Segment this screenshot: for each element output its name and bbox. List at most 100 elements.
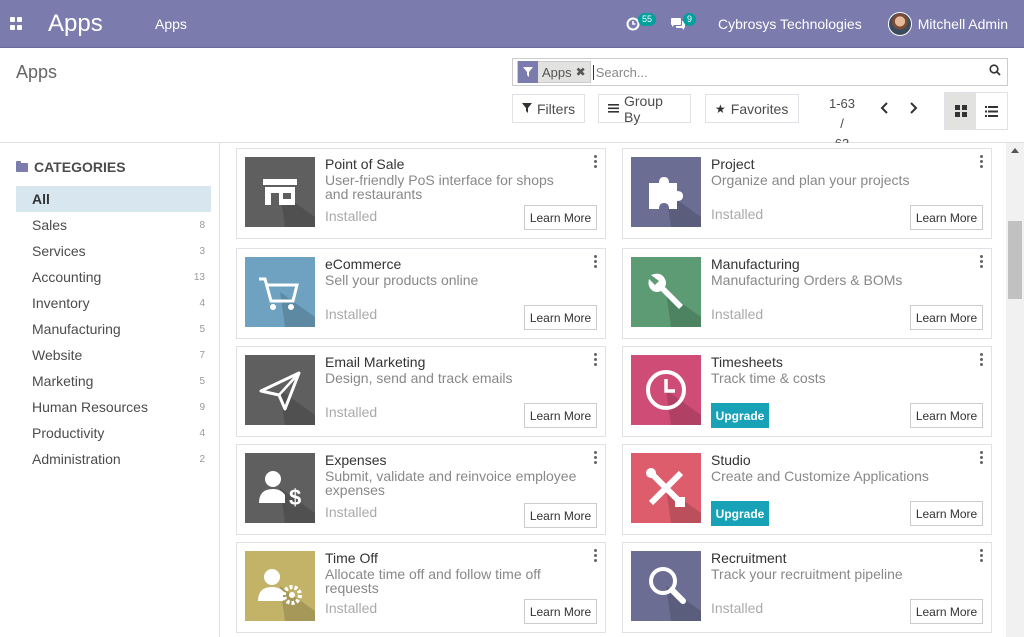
learn-more-button[interactable]: Learn More [524, 403, 597, 428]
app-name: Recruitment [711, 550, 787, 566]
learn-more-button[interactable]: Learn More [910, 205, 983, 230]
scrollbar-thumb[interactable] [1008, 221, 1022, 299]
card-menu-icon[interactable] [980, 353, 984, 366]
app-card-email-marketing[interactable]: Email Marketing Design, send and track e… [236, 346, 606, 437]
filter-icon [518, 61, 538, 83]
card-menu-icon[interactable] [594, 353, 598, 366]
activity-menu[interactable]: 55 [626, 0, 660, 48]
group-by-button[interactable]: Group By [598, 93, 691, 125]
installed-label: Installed [711, 306, 764, 322]
learn-more-button[interactable]: Learn More [910, 305, 983, 330]
kanban-view-icon[interactable] [945, 93, 976, 129]
app-name: Email Marketing [325, 354, 426, 370]
svg-text:$: $ [289, 485, 301, 510]
app-name: Timesheets [711, 354, 783, 370]
app-card-time-off[interactable]: Time Off Allocate time off and follow ti… [236, 542, 606, 633]
category-count: 4 [199, 427, 205, 439]
card-menu-icon[interactable] [594, 155, 598, 168]
category-productivity[interactable]: Productivity 4 [16, 420, 211, 446]
card-menu-icon[interactable] [594, 255, 598, 268]
user-menu[interactable]: Mitchell Admin [918, 16, 1008, 32]
user-avatar[interactable] [887, 12, 912, 36]
category-list: All Sales 8 Services 3 Accounting 13 Invent… [16, 186, 211, 472]
search-input[interactable] [592, 64, 973, 80]
user-gear-icon [245, 551, 315, 621]
bars-icon [608, 102, 619, 116]
filters-button[interactable]: Filters [512, 94, 585, 123]
card-menu-icon[interactable] [980, 255, 984, 268]
pager-previous-icon[interactable] [880, 101, 890, 120]
card-menu-icon[interactable] [980, 549, 984, 562]
learn-more-button[interactable]: Learn More [910, 403, 983, 428]
app-card-point-of-sale[interactable]: Point of Sale User-friendly PoS interfac… [236, 148, 606, 239]
category-count: 13 [193, 271, 205, 283]
category-sales[interactable]: Sales 8 [16, 212, 211, 238]
app-card-manufacturing[interactable]: Manufacturing Manufacturing Orders & BOM… [622, 248, 992, 339]
scroll-up-arrow-icon[interactable] [1011, 148, 1019, 153]
paper-plane-icon [245, 355, 315, 425]
company-switcher[interactable]: Cybrosys Technologies [718, 16, 862, 32]
list-view-icon[interactable] [976, 93, 1007, 129]
app-card-studio[interactable]: Studio Create and Customize Applications… [622, 444, 992, 535]
category-website[interactable]: Website 7 [16, 342, 211, 368]
learn-more-button[interactable]: Learn More [524, 205, 597, 230]
learn-more-button[interactable]: Learn More [910, 599, 983, 624]
category-count: 5 [199, 323, 205, 335]
favorites-button[interactable]: ★ Favorites [705, 94, 799, 123]
category-count: 9 [199, 401, 205, 413]
card-menu-icon[interactable] [594, 549, 598, 562]
category-inventory[interactable]: Inventory 4 [16, 290, 211, 316]
app-name: eCommerce [325, 256, 402, 272]
learn-more-button[interactable]: Learn More [910, 501, 983, 526]
messaging-menu[interactable]: 9 [670, 0, 704, 48]
installed-label: Installed [325, 404, 378, 420]
top-navbar: Apps Apps 55 9 Cybrosys Technologies Mit… [0, 0, 1024, 48]
category-label: Manufacturing [32, 321, 121, 337]
learn-more-button[interactable]: Learn More [524, 599, 597, 624]
installed-label: Installed [325, 208, 378, 224]
puzzle-icon [631, 157, 701, 227]
learn-more-button[interactable]: Learn More [524, 305, 597, 330]
app-card-ecommerce[interactable]: eCommerce Sell your products online Inst… [236, 248, 606, 339]
upgrade-button[interactable]: Upgrade [711, 403, 769, 428]
upgrade-button[interactable]: Upgrade [711, 501, 769, 526]
category-label: Human Resources [32, 399, 148, 415]
category-administration[interactable]: Administration 2 [16, 446, 211, 472]
breadcrumb: Apps [16, 62, 58, 82]
app-name: Project [711, 156, 755, 172]
menu-apps[interactable]: Apps [155, 16, 187, 32]
app-card-recruitment[interactable]: Recruitment Track your recruitment pipel… [622, 542, 992, 633]
category-services[interactable]: Services 3 [16, 238, 211, 264]
pager-next-icon[interactable] [908, 101, 918, 120]
app-name: Time Off [325, 550, 378, 566]
star-icon: ★ [715, 101, 726, 116]
category-human-resources[interactable]: Human Resources 9 [16, 394, 211, 420]
installed-label: Installed [325, 600, 378, 616]
app-summary: Design, send and track emails [325, 370, 513, 386]
installed-label: Installed [711, 600, 764, 616]
card-menu-icon[interactable] [980, 155, 984, 168]
app-title: Apps [48, 10, 103, 37]
card-menu-icon[interactable] [980, 451, 984, 464]
installed-label: Installed [325, 504, 378, 520]
app-card-project[interactable]: Project Organize and plan your projects … [622, 148, 992, 239]
search-icon[interactable] [989, 64, 1001, 79]
category-accounting[interactable]: Accounting 13 [16, 264, 211, 290]
remove-facet-icon[interactable]: ✖ [576, 65, 590, 79]
app-menu-grid-icon[interactable] [10, 17, 23, 30]
activity-badge: 55 [638, 13, 657, 26]
category-marketing[interactable]: Marketing 5 [16, 368, 211, 394]
app-summary: Track time & costs [711, 370, 826, 386]
category-count: 3 [199, 245, 205, 257]
card-menu-icon[interactable] [594, 451, 598, 464]
learn-more-button[interactable]: Learn More [524, 503, 597, 528]
user-dollar-icon: $ [245, 453, 315, 523]
app-card-expenses[interactable]: $ Expenses Submit, validate and reinvoic… [236, 444, 606, 535]
search-box[interactable]: Apps ✖ [512, 58, 1008, 86]
favorites-label: Favorites [730, 100, 789, 117]
category-all[interactable]: All [16, 186, 211, 212]
category-manufacturing[interactable]: Manufacturing 5 [16, 316, 211, 342]
kanban-scrollbar[interactable] [1006, 143, 1024, 637]
category-count: 2 [199, 453, 205, 465]
app-card-timesheets[interactable]: Timesheets Track time & costs Upgrade Le… [622, 346, 992, 437]
